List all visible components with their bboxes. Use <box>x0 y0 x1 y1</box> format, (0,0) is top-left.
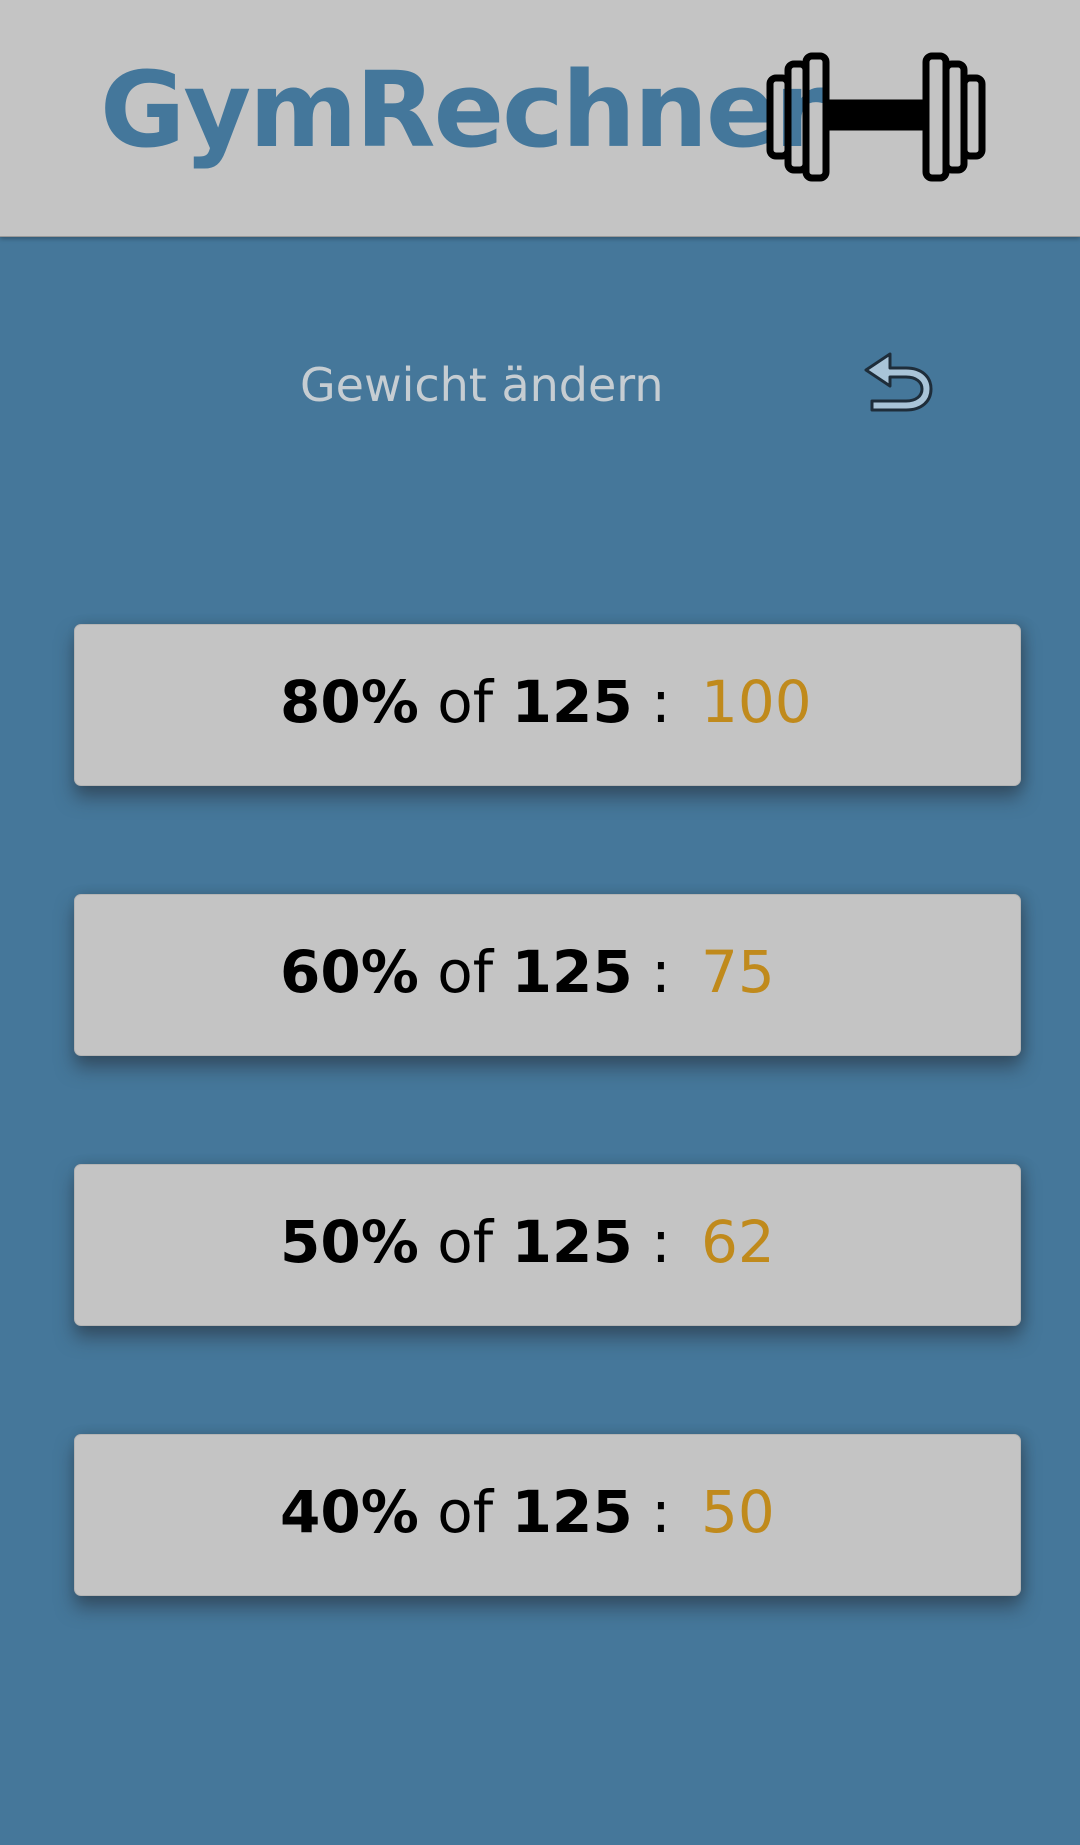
percent-label: 80% <box>280 668 419 736</box>
result-formula: 40% of 125 : <box>280 1483 671 1541</box>
dumbbell-icon <box>766 52 986 182</box>
result-formula: 80% of 125 : <box>280 673 671 731</box>
result-card-40: 40% of 125 : 50 <box>74 1434 1021 1596</box>
change-weight-button[interactable]: Gewicht ändern <box>300 362 664 408</box>
app-title: GymRechner <box>100 49 826 171</box>
undo-arrow-icon[interactable] <box>860 346 934 416</box>
result-formula: 60% of 125 : <box>280 943 671 1001</box>
percent-label: 60% <box>280 938 419 1006</box>
base-weight: 125 <box>511 668 633 736</box>
result-value: 100 <box>701 668 812 736</box>
of-label: of <box>437 1478 494 1546</box>
base-weight: 125 <box>511 938 633 1006</box>
of-label: of <box>437 668 494 736</box>
colon-label: : <box>651 1208 671 1276</box>
base-weight: 125 <box>511 1208 633 1276</box>
result-value: 50 <box>701 1478 775 1546</box>
percent-label: 40% <box>280 1478 419 1546</box>
result-card-80: 80% of 125 : 100 <box>74 624 1021 786</box>
result-value: 75 <box>701 938 775 1006</box>
percent-label: 50% <box>280 1208 419 1276</box>
result-card-50: 50% of 125 : 62 <box>74 1164 1021 1326</box>
app-header: GymRechner <box>0 0 1080 237</box>
base-weight: 125 <box>511 1478 633 1546</box>
colon-label: : <box>651 668 671 736</box>
of-label: of <box>437 1208 494 1276</box>
colon-label: : <box>651 1478 671 1546</box>
result-formula: 50% of 125 : <box>280 1213 671 1271</box>
colon-label: : <box>651 938 671 1006</box>
of-label: of <box>437 938 494 1006</box>
result-value: 62 <box>701 1208 775 1276</box>
result-card-60: 60% of 125 : 75 <box>74 894 1021 1056</box>
